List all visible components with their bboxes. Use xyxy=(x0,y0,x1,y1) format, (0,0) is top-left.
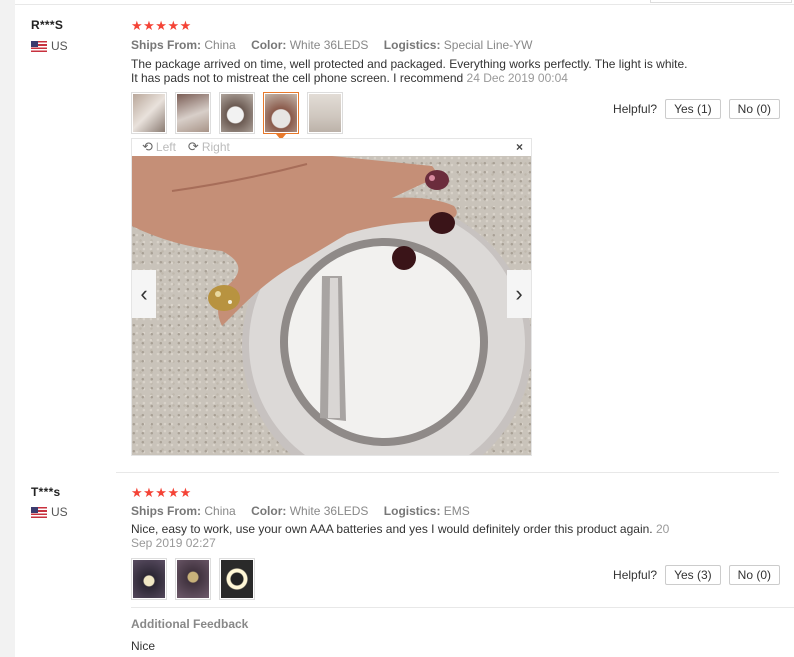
helpful-yes-button[interactable]: Yes (3) xyxy=(665,565,721,585)
left-rail xyxy=(0,0,15,657)
additional-feedback-title: Additional Feedback xyxy=(131,617,249,631)
ships-from-value: China xyxy=(204,504,236,518)
thumbnail-image xyxy=(133,560,165,598)
photo-thumbnails xyxy=(131,558,255,600)
review-2: T***s US ★★★★★ Ships From: China Color: … xyxy=(15,0,794,657)
star-rating: ★★★★★ xyxy=(131,485,192,500)
review-comment: Nice, easy to work, use your own AAA bat… xyxy=(131,522,691,550)
logistics-value: EMS xyxy=(443,504,470,518)
thumbnail-image xyxy=(221,560,253,598)
reviewer-country: US xyxy=(31,505,68,519)
ships-from-label: Ships From: xyxy=(131,504,202,518)
additional-feedback-text: Nice xyxy=(131,639,156,653)
thumbnail[interactable] xyxy=(219,558,255,600)
us-flag-icon xyxy=(31,506,47,518)
comment-text: Nice, easy to work, use your own AAA bat… xyxy=(131,522,653,536)
review-meta: Ships From: China Color: White 36LEDS Lo… xyxy=(131,504,482,518)
thumbnail-image xyxy=(177,560,209,598)
country-label: US xyxy=(51,505,68,519)
color-value: White 36LEDS xyxy=(289,504,369,518)
helpful-no-button[interactable]: No (0) xyxy=(728,565,780,585)
helpful-label: Helpful? xyxy=(613,568,658,582)
logistics-label: Logistics: xyxy=(383,504,441,518)
feedback-divider xyxy=(131,607,794,608)
helpful-vote: Helpful? Yes (3) No (0) xyxy=(613,565,780,585)
reviewer-name: T***s xyxy=(31,485,61,499)
color-label: Color: xyxy=(251,504,287,518)
thumbnail[interactable] xyxy=(131,558,167,600)
thumbnail[interactable] xyxy=(175,558,211,600)
